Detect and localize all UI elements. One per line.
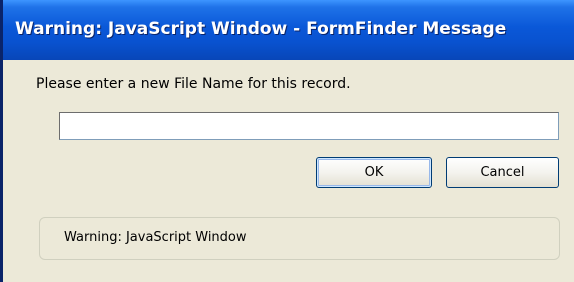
file-name-input[interactable] [59,112,559,140]
prompt-dialog-window: Warning: JavaScript Window - FormFinder … [0,0,574,282]
ok-button[interactable]: OK [316,157,432,188]
prompt-message: Please enter a new File Name for this re… [36,76,351,92]
window-title: Warning: JavaScript Window - FormFinder … [15,19,507,39]
title-bar[interactable]: Warning: JavaScript Window - FormFinder … [3,0,574,60]
status-text: Warning: JavaScript Window [64,230,247,245]
cancel-button[interactable]: Cancel [446,157,559,188]
status-panel: Warning: JavaScript Window [39,217,560,260]
